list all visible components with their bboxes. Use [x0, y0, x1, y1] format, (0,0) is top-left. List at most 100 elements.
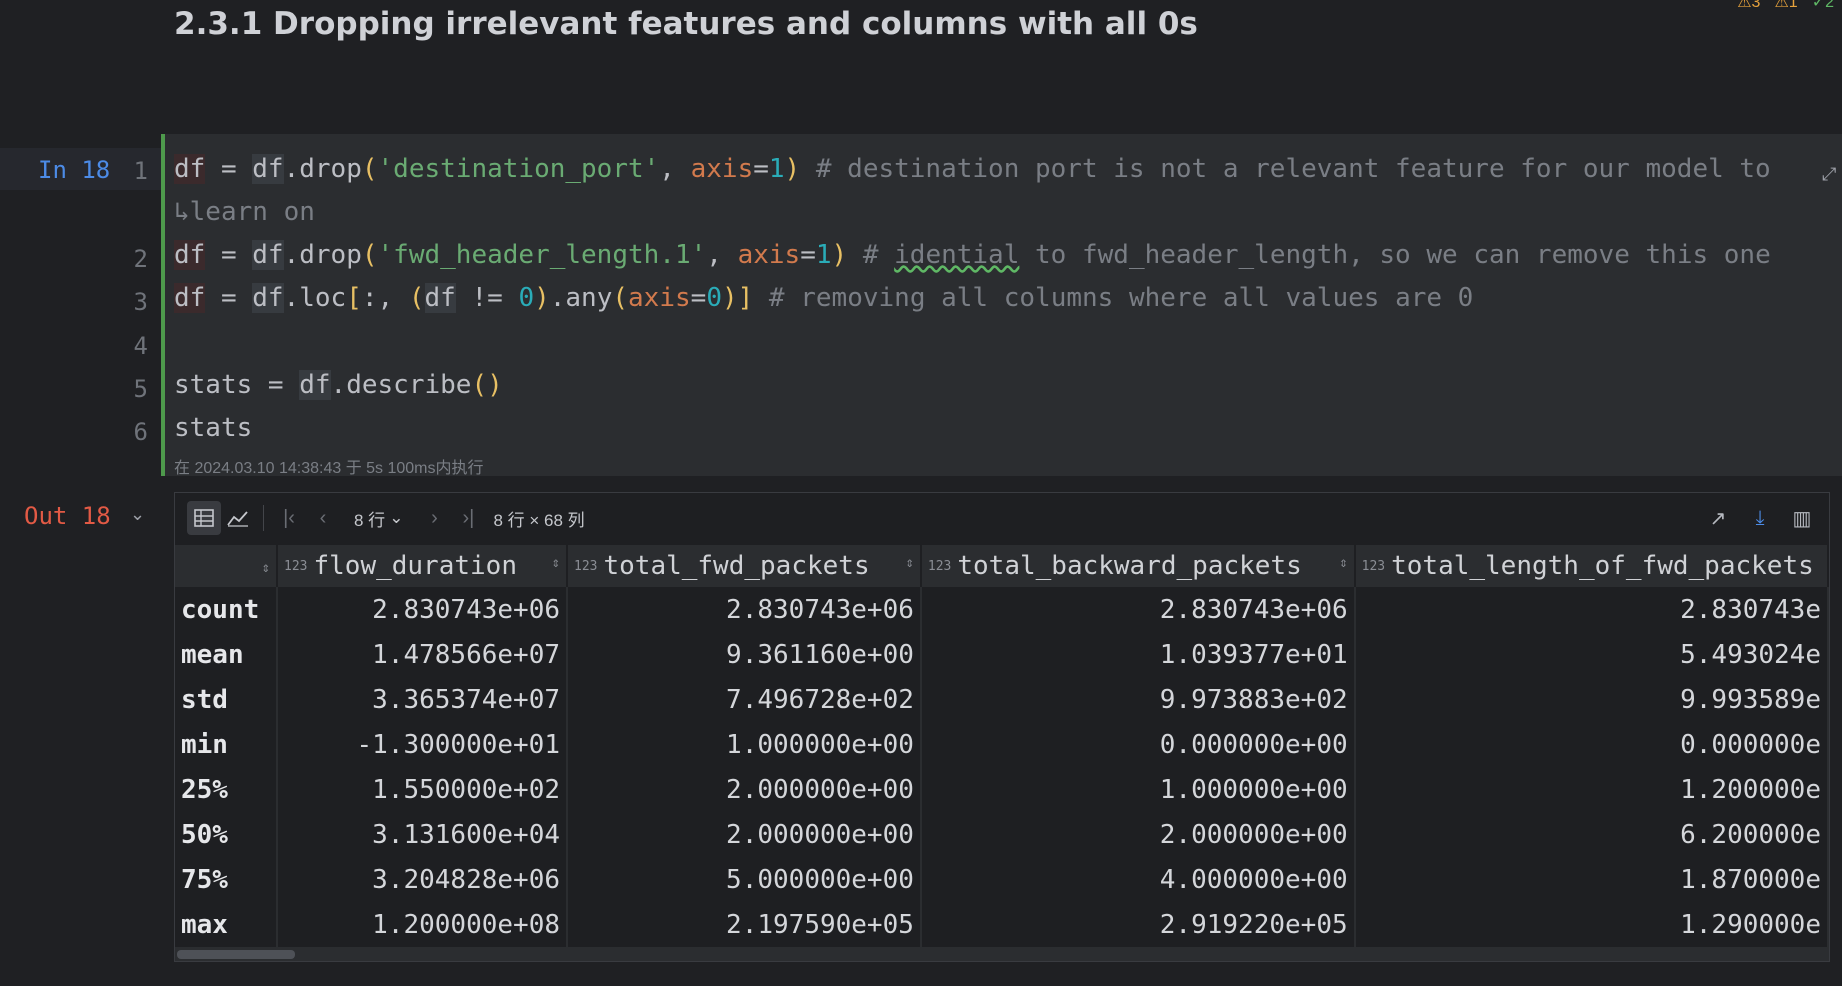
cell-in-label: In 18	[38, 156, 111, 184]
table-cell[interactable]: 1.000000e+00	[920, 767, 1356, 812]
table-cell[interactable]: 1.200000e+08	[277, 902, 568, 947]
prev-page-icon[interactable]: ‹	[306, 501, 340, 535]
code-line-1-wrap[interactable]: ↳learn on	[174, 197, 315, 227]
column-header[interactable]: 123 total_length_of_fwd_packets	[1354, 545, 1830, 587]
table-cell[interactable]: 2.000000e+00	[920, 812, 1356, 857]
table-cell[interactable]: -1.300000e+01	[277, 722, 568, 767]
numeric-type-icon: 123	[927, 559, 952, 574]
table-cell[interactable]: 1.290000e	[1354, 902, 1830, 947]
table-cell[interactable]: 0.000000e	[1354, 722, 1830, 767]
table-cell[interactable]: 1.039377e+01	[920, 632, 1356, 677]
index-header[interactable]: ⇕	[175, 545, 278, 587]
numeric-type-icon: 123	[574, 559, 598, 574]
sort-icon[interactable]: ⇕	[905, 555, 913, 571]
code-line-5[interactable]: stats = df.describe()	[174, 370, 503, 400]
line-number: 5	[133, 375, 148, 403]
table-view-icon[interactable]	[187, 501, 221, 535]
table-cell[interactable]: 4.000000e+00	[920, 857, 1356, 902]
first-page-icon[interactable]: |‹	[272, 501, 306, 535]
sort-icon[interactable]: ⇕	[1339, 555, 1347, 571]
horizontal-scrollbar[interactable]	[175, 947, 1829, 961]
row-index-cell: std	[175, 677, 278, 722]
column-settings-icon[interactable]: ▥	[1785, 501, 1819, 535]
table-row[interactable]: mean 1.478566e+07 9.361160e+00 1.039377e+01…	[175, 632, 1830, 677]
check-count: 2	[1825, 0, 1834, 11]
table-row[interactable]: 50% 3.131600e+04 2.000000e+00 2.000000e+00 6…	[175, 812, 1830, 857]
table-row[interactable]: max 1.200000e+08 2.197590e+05 2.919220e+05 1…	[175, 902, 1830, 947]
table-cell[interactable]: 2.000000e+00	[567, 812, 922, 857]
table-cell[interactable]: 2.919220e+05	[920, 902, 1356, 947]
dataframe-table: ⇕ 123 flow_duration ⇕ 123 total_fwd_packets…	[175, 545, 1830, 947]
table-cell[interactable]: 9.993589e	[1354, 677, 1830, 722]
row-index-cell: 25%	[175, 767, 278, 812]
code-line-2[interactable]: df = df.drop('fwd_header_length.1', axis…	[174, 240, 1771, 270]
rows-per-page-select[interactable]: 8 行 ⌄	[354, 506, 403, 531]
line-number: 6	[133, 418, 148, 446]
numeric-type-icon: 123	[284, 559, 308, 574]
table-cell[interactable]: 6.200000e	[1354, 812, 1830, 857]
soft-wrap-marker-icon: ⤢	[1822, 164, 1837, 184]
warning-count: 3	[1751, 0, 1761, 11]
open-in-new-tab-icon[interactable]: ↗	[1701, 501, 1735, 535]
column-header[interactable]: 123 total_backward_packets ⇕	[920, 545, 1356, 587]
row-index-cell: min	[175, 722, 278, 767]
markdown-heading: 2.3.1 Dropping irrelevant features and c…	[174, 6, 1198, 42]
table-cell[interactable]: 2.830743e+06	[920, 587, 1356, 632]
table-cell[interactable]: 2.830743e+06	[567, 587, 922, 632]
table-cell[interactable]: 1.200000e	[1354, 767, 1830, 812]
download-icon[interactable]: ⤓	[1743, 501, 1777, 535]
table-cell[interactable]: 1.000000e+00	[567, 722, 922, 767]
soft-wrap-icon: ↳	[174, 197, 190, 227]
line-number: 2	[133, 245, 148, 273]
table-cell[interactable]: 3.204828e+06	[277, 857, 568, 902]
table-cell[interactable]: 1.478566e+07	[277, 632, 568, 677]
table-row[interactable]: 25% 1.550000e+02 2.000000e+00 1.000000e+00 1…	[175, 767, 1830, 812]
cell-out-label: Out 18	[24, 502, 111, 530]
row-index-cell: mean	[175, 632, 278, 677]
table-cell[interactable]: 3.131600e+04	[277, 812, 568, 857]
table-cell[interactable]: 1.550000e+02	[277, 767, 568, 812]
warning-icon: ⚠3	[1737, 0, 1760, 12]
row-index-cell: 75%	[175, 857, 278, 902]
chart-view-icon[interactable]	[221, 501, 255, 535]
check-icon: ✓2	[1812, 0, 1834, 12]
column-header[interactable]: 123 flow_duration ⇕	[277, 545, 568, 587]
weak-warning-icon: ⚠1	[1774, 0, 1797, 12]
table-cell[interactable]: 9.973883e+02	[920, 677, 1356, 722]
chevron-down-icon[interactable]: ⌄	[130, 504, 145, 525]
line-number: 1	[133, 157, 148, 185]
table-cell[interactable]: 9.361160e+00	[567, 632, 922, 677]
line-number: 3	[133, 288, 148, 316]
sort-icon[interactable]: ⇕	[262, 560, 270, 576]
table-row[interactable]: std 3.365374e+07 7.496728e+02 9.973883e+02 9…	[175, 677, 1830, 722]
table-cell[interactable]: 7.496728e+02	[567, 677, 922, 722]
dataframe-viewer: |‹ ‹ 8 行 ⌄ › ›| 8 行 × 68 列 ↗ ⤓ ▥ ⇕ 123 flo…	[174, 492, 1830, 962]
last-page-icon[interactable]: ›|	[451, 501, 485, 535]
row-index-cell: 50%	[175, 812, 278, 857]
row-index-cell: count	[175, 587, 278, 632]
table-row[interactable]: min -1.300000e+01 1.000000e+00 0.000000e+00…	[175, 722, 1830, 767]
inspection-widget[interactable]: ⚠3 ⚠1 ✓2	[1737, 0, 1834, 12]
code-line-6[interactable]: stats	[174, 413, 252, 443]
next-page-icon[interactable]: ›	[417, 501, 451, 535]
code-line-3[interactable]: df = df.loc[:, (df != 0).any(axis=0)] # …	[174, 283, 1473, 313]
table-cell[interactable]: 5.493024e	[1354, 632, 1830, 677]
sort-icon[interactable]: ⇕	[552, 555, 560, 571]
table-toolbar: |‹ ‹ 8 行 ⌄ › ›| 8 行 × 68 列 ↗ ⤓ ▥	[175, 493, 1829, 543]
table-cell[interactable]: 3.365374e+07	[277, 677, 568, 722]
table-shape-label: 8 行 × 68 列	[493, 510, 585, 530]
table-cell[interactable]: 2.830743e+06	[277, 587, 568, 632]
table-row[interactable]: count 2.830743e+06 2.830743e+06 2.830743e+0…	[175, 587, 1830, 632]
code-line-1[interactable]: df = df.drop('destination_port', axis=1)…	[174, 154, 1786, 184]
column-header[interactable]: 123 total_fwd_packets ⇕	[567, 545, 922, 587]
table-cell[interactable]: 2.000000e+00	[567, 767, 922, 812]
numeric-type-icon: 123	[1361, 559, 1386, 574]
table-cell[interactable]: 2.197590e+05	[567, 902, 922, 947]
table-cell[interactable]: 1.870000e	[1354, 857, 1830, 902]
table-cell[interactable]: 5.000000e+00	[567, 857, 922, 902]
scrollbar-thumb[interactable]	[177, 950, 295, 959]
table-row[interactable]: 75% 3.204828e+06 5.000000e+00 4.000000e+00 1…	[175, 857, 1830, 902]
row-index-cell: max	[175, 902, 278, 947]
table-cell[interactable]: 0.000000e+00	[920, 722, 1356, 767]
table-cell[interactable]: 2.830743e	[1354, 587, 1830, 632]
